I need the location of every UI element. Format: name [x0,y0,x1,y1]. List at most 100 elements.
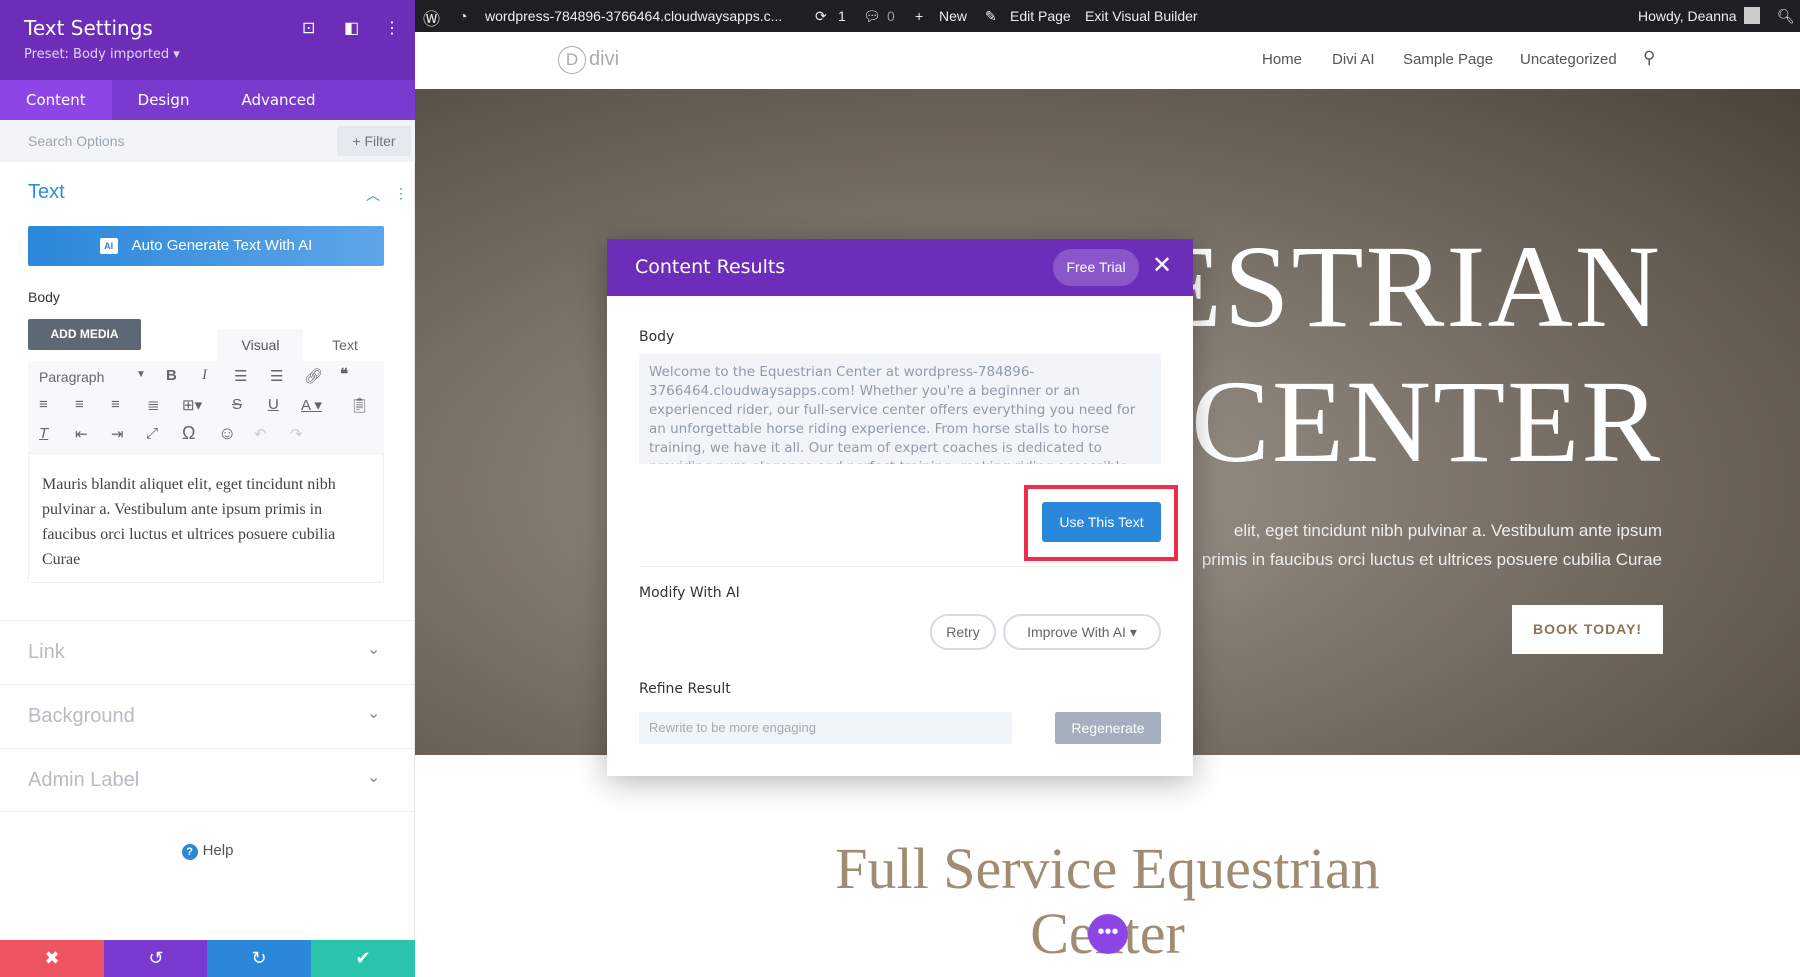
text-color-icon[interactable]: A ▾ [301,396,322,414]
help-label: Help [202,842,234,859]
section-menu-icon[interactable]: ⋮ [394,185,408,202]
refine-input[interactable]: Rewrite to be more engaging [639,712,1012,744]
outdent-icon[interactable]: ⇤ [75,425,88,443]
auto-generate-ai-button[interactable]: AI Auto Generate Text With AI [28,226,384,266]
hero-title-line2: CENTER [1191,356,1662,487]
accordion-label: Background [28,705,135,727]
focus-icon[interactable]: ⊡ [302,18,315,38]
wp-admin-bar: Ⓦ ◔ wordpress-784896-3766464.cloudwaysap… [415,0,1800,32]
nav-sample-page[interactable]: Sample Page [1403,51,1493,68]
regenerate-button[interactable]: Regenerate [1055,712,1161,744]
tab-content[interactable]: Content [0,80,112,120]
more-icon[interactable]: ⋮ [384,18,400,38]
discard-button[interactable]: ✖ [0,940,104,977]
body-textarea[interactable]: Welcome to the Equestrian Center at word… [639,354,1161,464]
free-trial-button[interactable]: Free Trial [1053,249,1139,286]
body-label: Body [639,329,675,345]
nav-uncategorized[interactable]: Uncategorized [1520,51,1617,68]
accordion-link[interactable]: Link ⌄ [0,620,415,684]
new-link[interactable]: New [939,8,967,24]
close-icon[interactable]: ✕ [1152,251,1172,280]
chevron-up-icon[interactable]: ︿ [366,185,380,205]
comments-icon[interactable]: 💬︎ [863,8,881,25]
filter-button[interactable]: + Filter [337,126,411,156]
align-right-icon[interactable]: ≡ [111,396,120,413]
layout-icon[interactable]: ◧ [344,18,359,38]
exit-builder-link[interactable]: Exit Visual Builder [1085,8,1198,24]
logo-text[interactable]: divi [589,48,619,71]
modal-header: Content Results Free Trial ✕ [607,239,1193,296]
paste-text-icon[interactable]: 📋︎ [350,396,369,414]
redo-icon[interactable]: ↷ [290,425,303,443]
book-today-button[interactable]: BOOK TODAY! [1512,605,1663,654]
nav-divi-ai[interactable]: Divi AI [1332,51,1375,68]
align-center-icon[interactable]: ≡ [75,396,84,413]
tab-advanced[interactable]: Advanced [215,80,341,120]
nav-home[interactable]: Home [1262,51,1302,68]
indent-icon[interactable]: ⇥ [111,425,124,443]
editor-toolbar: Paragraph ▼ B I ☰ ☰ 🔗︎ ❝ ≡ ≡ ≡ ≣ ⊞▾ S U … [28,361,384,453]
section-title[interactable]: Text [28,181,65,204]
improve-with-ai-dropdown[interactable]: Improve With AI ▾ [1003,614,1161,650]
chevron-down-icon: ⌄ [367,705,381,722]
search-icon[interactable]: ⚲ [1643,48,1655,68]
help-icon: ? [181,844,198,860]
accordion-background[interactable]: Background ⌄ [0,684,415,748]
numbered-list-icon[interactable]: ☰ [270,367,283,385]
section-heading-line1: Full Service Equestrian [835,836,1380,901]
howdy-link[interactable]: Howdy, Deanna [1638,8,1737,24]
align-left-icon[interactable]: ≡ [39,396,48,413]
quote-icon[interactable]: ❝ [340,365,348,383]
preset-dropdown[interactable]: Preset: Body imported ▾ [24,47,180,62]
save-button[interactable]: ✔ [311,940,415,977]
site-header: D divi Home Divi AI Sample Page Uncatego… [415,32,1800,89]
add-media-button[interactable]: ADD MEDIA [28,319,141,350]
strikethrough-icon[interactable]: S [232,396,242,413]
body-editor[interactable]: Mauris blandit aliquet elit, eget tincid… [28,453,384,583]
search-icon[interactable]: 🔍︎ [1777,8,1795,25]
clear-format-icon[interactable]: T [39,425,48,442]
chevron-down-icon: ⌄ [367,769,381,786]
avatar[interactable] [1744,7,1760,24]
retry-button[interactable]: Retry [930,614,996,650]
more-options-icon[interactable]: ••• [1088,914,1128,954]
table-icon[interactable]: ⊞▾ [182,396,202,414]
emoji-icon[interactable]: ☺ [218,423,236,444]
tab-design[interactable]: Design [112,80,216,120]
site-link[interactable]: wordpress-784896-3766464.cloudwaysapps.c… [485,8,782,24]
special-char-icon[interactable]: Ω [182,423,195,444]
pencil-icon: ✎ [985,8,997,24]
refine-label: Refine Result [639,681,731,697]
divi-logo-icon[interactable]: D [558,46,586,74]
hero-title-line1: ESTRIAN [1149,221,1662,352]
fullscreen-icon[interactable]: ⤢ [146,425,158,442]
modify-label: Modify With AI [639,585,740,601]
bullet-list-icon[interactable]: ☰ [234,367,247,385]
chevron-down-icon[interactable]: ▼ [136,369,146,380]
undo-icon[interactable]: ↶ [254,425,267,443]
search-placeholder: Search Options [28,133,125,149]
plus-icon: + [915,8,924,24]
justify-icon[interactable]: ≣ [147,396,160,414]
italic-icon[interactable]: I [202,367,207,384]
edit-page-link[interactable]: Edit Page [1010,8,1071,24]
accordion-admin-label[interactable]: Admin Label ⌄ [0,748,415,812]
tab-text[interactable]: Text [305,329,385,361]
tab-visual[interactable]: Visual [218,329,303,361]
help-link[interactable]: ? Help [0,842,415,860]
updates-count[interactable]: 1 [838,8,846,24]
panel-header: Text Settings Preset: Body imported ▾ ⊡ … [0,0,415,80]
use-this-text-button[interactable]: Use This Text [1042,502,1161,542]
ai-button-label: Auto Generate Text With AI [131,237,313,254]
redo-button[interactable]: ↻ [207,940,311,977]
panel-title: Text Settings [24,16,153,40]
hero-text-line1: elit, eget tincidunt nibh pulvinar a. Ve… [1233,521,1662,540]
link-icon[interactable]: 🔗︎ [304,367,323,385]
comments-count[interactable]: 0 [887,8,895,24]
bold-icon[interactable]: B [166,367,177,384]
underline-icon[interactable]: U [268,396,279,413]
undo-button[interactable]: ↺ [104,940,208,977]
wordpress-logo-icon[interactable]: Ⓦ [423,5,440,30]
updates-icon[interactable]: ⟳ [815,8,827,25]
format-select[interactable]: Paragraph [39,369,104,385]
